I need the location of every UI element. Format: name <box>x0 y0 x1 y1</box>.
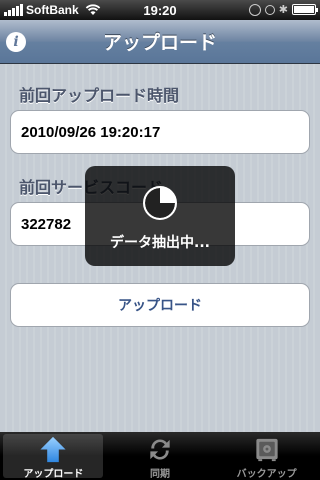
last-upload-time-field[interactable]: 2010/09/26 19:20:17 <box>10 110 310 154</box>
page-title: アップロード <box>102 32 217 54</box>
sync-icon <box>150 439 170 460</box>
info-icon[interactable]: i <box>6 32 26 52</box>
tab-backup-label: バックアップ <box>236 469 297 480</box>
nav-bar: i アップロード <box>0 20 320 64</box>
tab-bar: アップロード 同期 バックアップ <box>0 432 320 480</box>
tab-upload[interactable]: アップロード <box>0 432 107 480</box>
status-bar: SoftBank 19:20 ✱ <box>0 0 320 20</box>
tab-backup[interactable]: バックアップ <box>213 432 320 480</box>
last-upload-time-label: 前回アップロード時間 <box>19 86 180 105</box>
tab-upload-label: アップロード <box>23 469 84 480</box>
upload-button[interactable]: アップロード <box>10 283 310 327</box>
loading-message: データ抽出中... <box>110 235 210 251</box>
loading-hud: データ抽出中... <box>85 166 235 266</box>
tab-sync-label: 同期 <box>149 469 170 480</box>
battery-icon <box>292 4 318 15</box>
tab-sync[interactable]: 同期 <box>107 432 214 480</box>
progress-pie-icon <box>143 186 177 220</box>
upload-arrow-icon <box>40 436 66 463</box>
alarm-icon <box>264 4 275 15</box>
safe-icon <box>256 438 278 462</box>
bluetooth-icon: ✱ <box>278 3 288 16</box>
orientation-lock-icon <box>248 3 261 16</box>
